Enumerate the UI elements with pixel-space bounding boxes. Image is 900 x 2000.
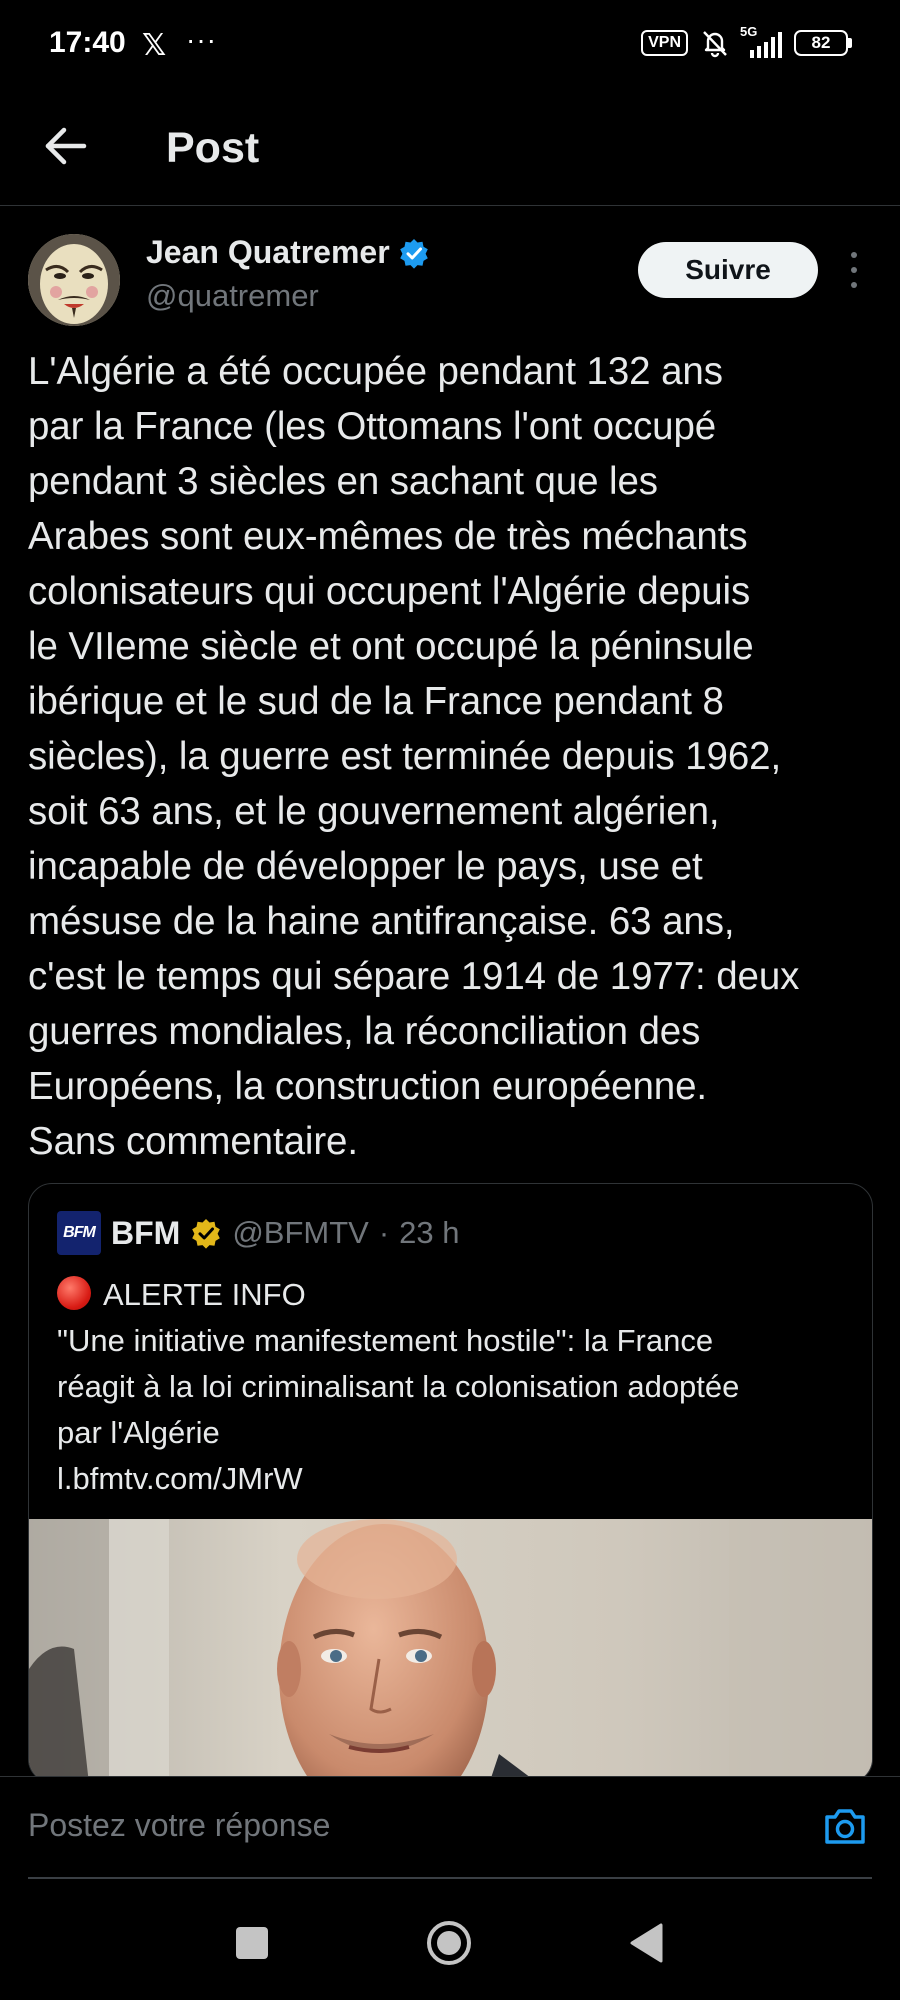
author-handle[interactable]: @quatremer: [146, 278, 319, 314]
quoted-text-line: réagit à la loi criminalisant la colonis…: [57, 1369, 740, 1404]
signal-icon: 5G: [740, 24, 782, 58]
recents-square-icon[interactable]: [236, 1927, 268, 1959]
page-title: Post: [166, 124, 260, 172]
vpn-icon: VPN: [641, 30, 688, 56]
meta-separator: ·: [378, 1215, 390, 1250]
reply-bar: Postez votre réponse: [0, 1776, 900, 1879]
author-name-row: Jean Quatremer: [146, 234, 430, 271]
post-text-line: Arabes sont eux-mêmes de très méchants: [28, 515, 748, 558]
post-text-line: guerres mondiales, la réconciliation des: [28, 1010, 701, 1053]
post-text-line: siècles), la guerre est terminée depuis …: [28, 735, 782, 778]
quoted-author-handle: @BFMTV: [232, 1215, 369, 1250]
post-text-line: L'Algérie a été occupée pendant 132 ans: [28, 350, 723, 393]
bell-muted-icon: [703, 31, 727, 58]
status-icons: VPN 5G 82: [641, 24, 852, 58]
quoted-text-line: "Une initiative manifestement hostile": …: [57, 1323, 714, 1358]
status-bar: 17:40 𝕏 ··· VPN 5G 82: [0, 0, 900, 90]
reply-divider: [28, 1877, 872, 1879]
quoted-text-line: par l'Algérie: [57, 1415, 220, 1450]
follow-button[interactable]: Suivre: [638, 242, 818, 298]
quoted-post-header: BFM BFM @BFMTV · 23 h: [57, 1211, 460, 1255]
back-triangle-icon[interactable]: [628, 1922, 664, 1964]
arrow-left-icon[interactable]: [40, 120, 92, 172]
post-text-line: ibérique et le sud de la France pendant …: [28, 680, 724, 723]
status-time: 17:40: [49, 26, 126, 59]
post-text-line: c'est le temps qui sépare 1914 de 1977: …: [28, 955, 800, 998]
post-text-line: mésuse de la haine antifrançaise. 63 ans…: [28, 900, 735, 943]
camera-icon[interactable]: [822, 1803, 868, 1849]
bfm-logo: BFM: [57, 1211, 101, 1255]
reply-input[interactable]: Postez votre réponse: [28, 1807, 330, 1844]
quoted-post-card[interactable]: BFM BFM @BFMTV · 23 h ALERTE INFO "Une i…: [28, 1183, 873, 1783]
red-circle-icon: [57, 1276, 91, 1310]
post-header: Post: [0, 90, 900, 206]
quoted-post-time: 23 h: [399, 1215, 460, 1250]
more-dots-icon: ···: [186, 24, 217, 55]
verified-badge-icon: [399, 238, 428, 269]
post-text-line: le VIIeme siècle et ont occupé la pénins…: [28, 625, 754, 668]
home-circle-icon[interactable]: [426, 1920, 472, 1966]
gold-verified-badge-icon: [192, 1219, 221, 1249]
post-text-line: par la France (les Ottomans l'ont occupé: [28, 405, 717, 448]
alert-label: ALERTE INFO: [103, 1277, 306, 1312]
network-label: 5G: [740, 24, 758, 39]
quoted-post-text: ALERTE INFO "Une initiative manifestemen…: [57, 1272, 857, 1502]
mask-avatar-image: [28, 234, 120, 326]
post-text-line: Européens, la construction européenne.: [28, 1065, 707, 1108]
news-photo-image: [29, 1519, 872, 1782]
post-text-line: pendant 3 siècles en sachant que les: [28, 460, 658, 503]
post-text-line: soit 63 ans, et le gouvernement algérien…: [28, 790, 720, 833]
author-name[interactable]: Jean Quatremer: [146, 234, 390, 271]
post-text: L'Algérie a été occupée pendant 132 ans …: [28, 344, 878, 1169]
post-text-line: Sans commentaire.: [28, 1120, 358, 1163]
quoted-post-photo[interactable]: [29, 1519, 872, 1782]
system-nav-bar: [0, 1890, 900, 2000]
alert-line: ALERTE INFO: [57, 1272, 857, 1318]
x-logo-icon: 𝕏: [142, 29, 167, 62]
post-text-line: incapable de développer le pays, use et: [28, 845, 703, 888]
more-options-icon[interactable]: [846, 252, 862, 288]
post-text-line: colonisateurs qui occupent l'Algérie dep…: [28, 570, 751, 613]
quoted-author-name: BFM: [111, 1214, 181, 1251]
avatar[interactable]: [28, 234, 120, 326]
battery-level: 82: [794, 30, 848, 56]
quoted-link[interactable]: l.bfmtv.com/JMrW: [57, 1456, 857, 1502]
battery-icon: 82: [794, 30, 852, 56]
